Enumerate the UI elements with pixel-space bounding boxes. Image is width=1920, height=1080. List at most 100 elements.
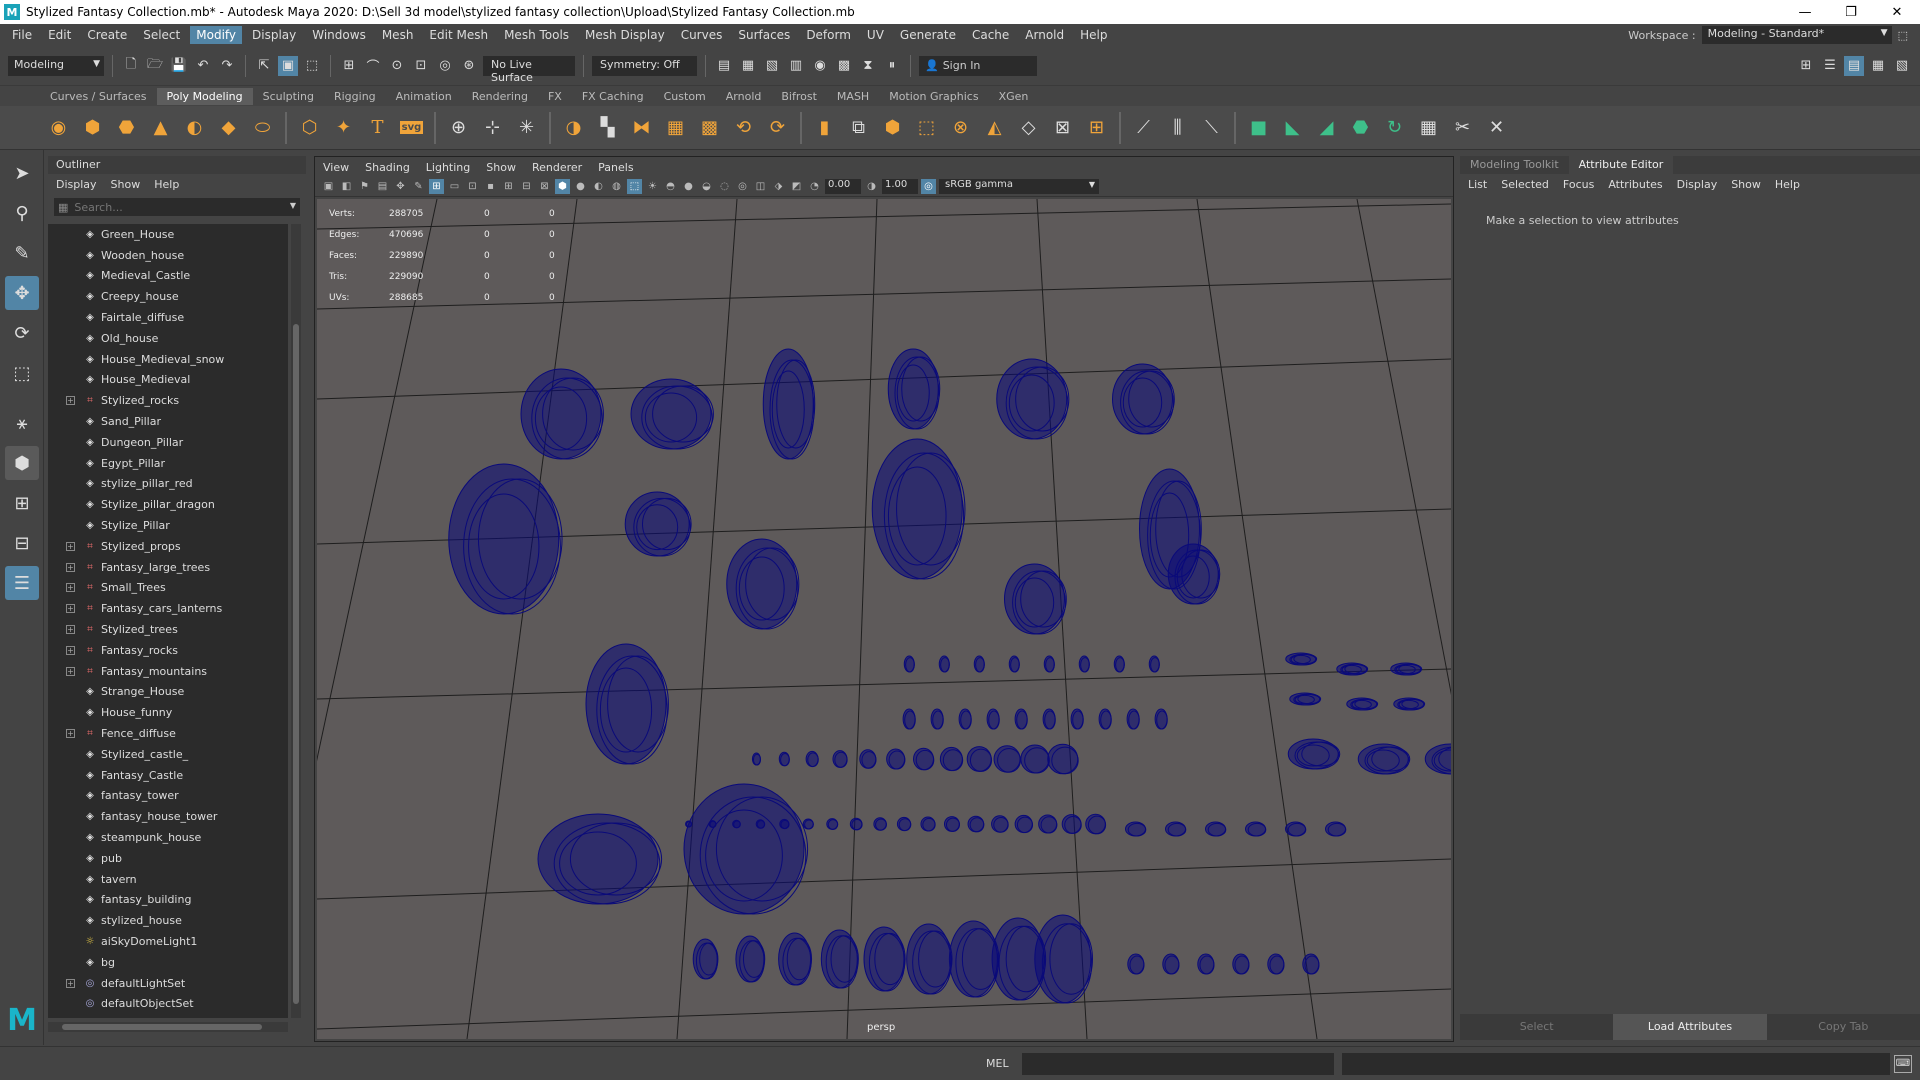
symmetry-field[interactable]: Symmetry: Off (592, 55, 697, 76)
wireframe-model[interactable] (1014, 708, 1028, 730)
uv-camera-icon[interactable]: ↻ (1380, 112, 1409, 144)
remesh-icon[interactable]: ⟲ (729, 112, 758, 144)
expand-icon[interactable]: + (66, 729, 75, 739)
outliner-layout-icon[interactable]: ☰ (5, 566, 39, 600)
default-material-icon[interactable]: ◐ (591, 179, 606, 194)
use-lights-icon[interactable]: ☀ (645, 179, 660, 194)
ae-menu-selected[interactable]: Selected (1501, 178, 1549, 191)
outliner-menu-help[interactable]: Help (154, 178, 179, 191)
outliner-item[interactable]: ◈ Stylize_pillar_dragon (48, 494, 288, 515)
poly-count-icon[interactable]: ⊹ (478, 112, 507, 144)
poly-svg-icon[interactable]: svg (397, 112, 426, 144)
menu-arnold[interactable]: Arnold (1019, 26, 1070, 44)
shadows-icon[interactable]: ◓ (663, 179, 678, 194)
playblast-icon[interactable]: ⧗ (858, 56, 878, 76)
wireframe-model[interactable] (920, 816, 936, 832)
outliner-item[interactable]: + ⌗ Stylized_props (48, 536, 288, 557)
shelf-tab-rendering[interactable]: Rendering (462, 88, 538, 105)
outliner-item[interactable]: + ⌗ Fantasy_rocks (48, 640, 288, 661)
wireframe-model[interactable] (863, 926, 906, 992)
mirror-icon[interactable]: ⧓ (627, 112, 656, 144)
sculpt-geometry-icon[interactable]: ⊕ (444, 112, 473, 144)
wireframe-model[interactable] (1390, 662, 1423, 676)
menu-mesh-tools[interactable]: Mesh Tools (498, 26, 575, 44)
wireframe-model[interactable] (1245, 821, 1267, 837)
wireframe-model[interactable] (1165, 821, 1187, 837)
live-surface-field[interactable]: No Live Surface (483, 55, 575, 84)
isolate-select-icon[interactable]: ◫ (753, 179, 768, 194)
wireframe-model[interactable] (1008, 655, 1020, 673)
two-view-layout-icon[interactable]: ⊟ (5, 526, 39, 560)
outliner-item[interactable]: ◈ Fantasy_Castle (48, 765, 288, 786)
wireframe-model[interactable] (906, 923, 953, 995)
outliner-item[interactable]: + ⌗ Stylized_rocks (48, 390, 288, 411)
wireframe-model[interactable] (762, 348, 816, 460)
wireframe-model[interactable] (630, 378, 714, 450)
wireframe-model[interactable] (1162, 953, 1180, 975)
wireframe-model[interactable] (685, 820, 693, 828)
menu-help[interactable]: Help (1074, 26, 1113, 44)
wireframe-model[interactable] (1078, 655, 1090, 673)
combine-icon[interactable]: ◑ (559, 112, 588, 144)
wedge-icon[interactable]: ◭ (980, 112, 1009, 144)
poly-type-icon[interactable]: T (363, 112, 392, 144)
menu-deform[interactable]: Deform (800, 26, 857, 44)
wireframe-model[interactable] (683, 783, 809, 915)
two-d-pan-icon[interactable]: ✥ (393, 179, 408, 194)
wireframe-model[interactable] (873, 817, 887, 831)
outliner-item[interactable]: ◈ pub (48, 848, 288, 869)
poly-torus-icon[interactable]: ◐ (180, 112, 209, 144)
minimize-button[interactable]: — (1782, 0, 1828, 24)
wireframe-model[interactable] (1289, 692, 1322, 706)
ambient-occlusion-icon[interactable]: ● (681, 179, 696, 194)
outliner-item[interactable]: ◈ Wooden_house (48, 245, 288, 266)
outliner-item[interactable]: ◈ House_Medieval (48, 370, 288, 391)
outliner-item[interactable]: ◈ bg (48, 952, 288, 973)
perspective-viewport[interactable]: Verts: 288705 0 0 Edges: 470696 0 0 Faces: 229890… (317, 199, 1451, 1039)
snap-grid-icon[interactable]: ⊞ (339, 56, 359, 76)
search-filter-icon[interactable]: ▦ (58, 201, 68, 214)
restore-button[interactable]: ❐ (1828, 0, 1874, 24)
outliner-item[interactable]: ◈ fantasy_tower (48, 786, 288, 807)
antialiasing-icon[interactable]: ◌ (717, 179, 732, 194)
sign-in-button[interactable]: 👤 Sign In (919, 55, 1037, 76)
poly-sphere-icon[interactable]: ◉ (44, 112, 73, 144)
uv-planar-icon[interactable]: ■ (1244, 112, 1273, 144)
smooth-shade-icon[interactable]: ● (573, 179, 588, 194)
shelf-tab-animation[interactable]: Animation (386, 88, 462, 105)
shelf-tab-rigging[interactable]: Rigging (324, 88, 386, 105)
menu-uv[interactable]: UV (861, 26, 890, 44)
wireframe-model[interactable] (1346, 697, 1379, 711)
render-settings-icon[interactable]: ▥ (786, 56, 806, 76)
outliner-item[interactable]: + ⌗ Small_Trees (48, 578, 288, 599)
wireframe-model[interactable] (1112, 363, 1175, 435)
resolution-gate-icon[interactable]: ⊡ (465, 179, 480, 194)
viewport-menu-panels[interactable]: Panels (598, 161, 633, 174)
menu-file[interactable]: File (6, 26, 38, 44)
wireframe-model[interactable] (896, 816, 912, 832)
lasso-tool-icon[interactable]: ⚲ (5, 196, 39, 230)
uv-editor-icon[interactable]: ▦ (1414, 112, 1443, 144)
wireframe-model[interactable] (1267, 953, 1285, 975)
select-camera-icon[interactable]: ▣ (321, 179, 336, 194)
wireframe-model[interactable] (1098, 708, 1112, 730)
arnold-render-icon[interactable]: ▩ (834, 56, 854, 76)
outliner-menu-show[interactable]: Show (111, 178, 141, 191)
wireframe-model[interactable] (1148, 655, 1160, 673)
wireframe-model[interactable] (1285, 821, 1307, 837)
xray-icon[interactable]: ⬚ (627, 179, 642, 194)
shelf-tab-poly-modeling[interactable]: Poly Modeling (156, 87, 253, 105)
ae-menu-show[interactable]: Show (1731, 178, 1761, 191)
wireframe-model[interactable] (692, 938, 719, 980)
render-view-icon[interactable]: ▤ (714, 56, 734, 76)
uv-cylindrical-icon[interactable]: ◣ (1278, 112, 1307, 144)
wireframe-model[interactable] (1302, 953, 1320, 975)
wireframe-model[interactable] (1014, 814, 1034, 834)
depth-of-field-icon[interactable]: ◎ (735, 179, 750, 194)
select-tool-icon[interactable]: ➤ (5, 156, 39, 190)
wireframe-model[interactable] (1325, 821, 1347, 837)
outliner-item[interactable]: ◈ tavern (48, 869, 288, 890)
outliner-item[interactable]: ◈ stylize_pillar_red (48, 474, 288, 495)
ae-menu-focus[interactable]: Focus (1563, 178, 1594, 191)
wireframe-model[interactable] (943, 816, 961, 832)
